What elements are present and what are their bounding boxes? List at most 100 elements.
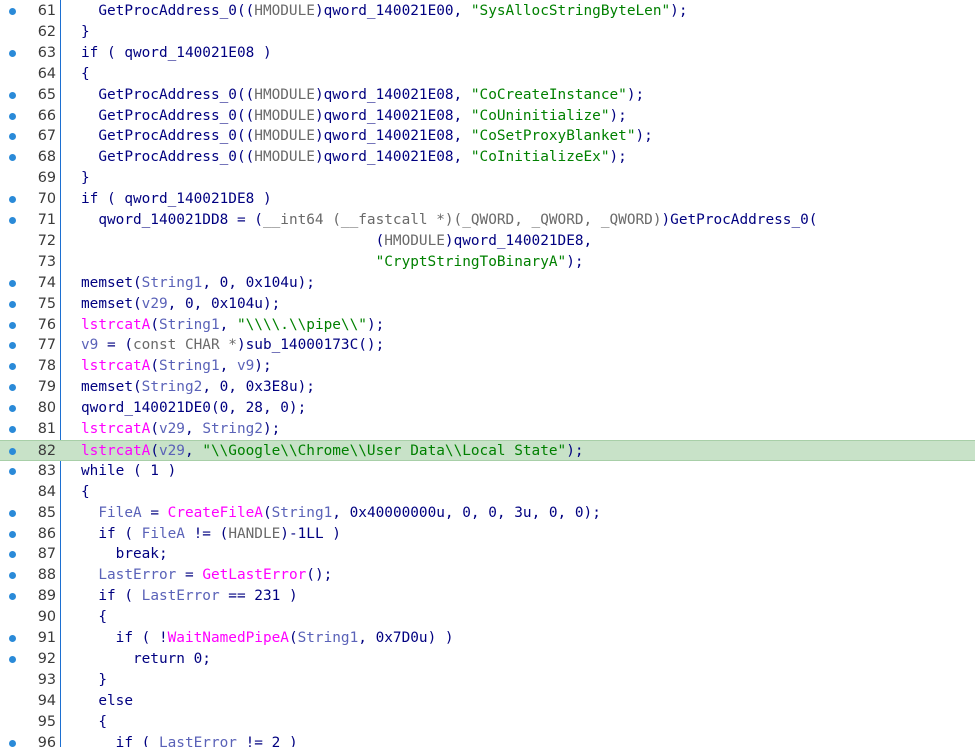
code-token: String1: [158, 358, 220, 375]
code-token: , 0x40000000u, 0, 0, 3u, 0, 0);: [332, 504, 601, 521]
line-number: 64: [37, 65, 56, 82]
code-token: HMODULE: [254, 128, 315, 145]
line-number: 61: [37, 3, 56, 19]
breakpoint-dot-icon[interactable]: [9, 530, 16, 538]
breakpoint-dot-icon[interactable]: [9, 279, 16, 287]
code-line[interactable]: 71 qword_140021DD8 = (__int64 (__fastcal…: [0, 210, 975, 231]
code-line[interactable]: 68 GetProcAddress_0((HMODULE)qword_14002…: [0, 147, 975, 168]
code-token: == 231 ): [219, 588, 298, 605]
breakpoint-dot-icon[interactable]: [9, 154, 16, 162]
code-line[interactable]: 82 lstrcatA(v29, "\\Google\\Chrome\\User …: [0, 439, 975, 461]
code-line[interactable]: 65 GetProcAddress_0((HMODULE)qword_14002…: [0, 85, 975, 106]
breakpoint-dot-icon[interactable]: [9, 112, 16, 120]
code-line[interactable]: 86 if ( FileA != (HANDLE)-1LL ): [0, 524, 975, 545]
code-token: (: [150, 442, 159, 459]
code-line[interactable]: 74 memset(String1, 0, 0x104u);: [0, 273, 975, 294]
code-token: LastError: [158, 734, 237, 747]
breakpoint-dot-icon[interactable]: [9, 384, 16, 392]
line-number: 66: [37, 107, 56, 124]
code-line[interactable]: 69}: [0, 168, 975, 189]
code-line[interactable]: 85 FileA = CreateFileA(String1, 0x400000…: [0, 503, 975, 524]
breakpoint-dot-icon[interactable]: [9, 8, 16, 15]
breakpoint-dot-icon[interactable]: [9, 467, 16, 475]
code-line[interactable]: 91 if ( !WaitNamedPipeA(String1, 0x7D0u)…: [0, 628, 975, 649]
code-token: v9: [81, 337, 99, 354]
code-line[interactable]: 73 "CryptStringToBinaryA");: [0, 252, 975, 273]
code-line[interactable]: 95 {: [0, 712, 975, 733]
code-token: FileA: [141, 525, 185, 542]
code-line[interactable]: 88 LastError = GetLastError();: [0, 565, 975, 586]
breakpoint-dot-icon[interactable]: [9, 342, 16, 350]
code-line[interactable]: 79 memset(String2, 0, 0x3E8u);: [0, 377, 975, 398]
breakpoint-dot-icon[interactable]: [9, 405, 16, 413]
line-number: 65: [37, 86, 56, 103]
code-token: if ( !: [115, 630, 168, 646]
breakpoint-dot-icon[interactable]: [9, 217, 16, 224]
code-text: return 0;: [81, 649, 211, 670]
code-token: return 0;: [132, 650, 211, 667]
code-text: if ( FileA != (HANDLE)-1LL ): [81, 524, 341, 545]
code-line[interactable]: 72 (HMODULE)qword_140021DE8,: [0, 231, 975, 252]
code-token: ();: [306, 567, 333, 584]
code-line[interactable]: 90 {: [0, 607, 975, 628]
breakpoint-dot-icon[interactable]: [9, 635, 16, 642]
code-token: GetProcAddress_0((: [98, 128, 255, 145]
breakpoint-dot-icon[interactable]: [9, 91, 16, 99]
code-line[interactable]: 87 break;: [0, 544, 975, 565]
breakpoint-dot-icon[interactable]: [9, 363, 16, 371]
code-token: lstrcatA: [81, 421, 151, 437]
code-line[interactable]: 96 if ( LastError != 2 ): [0, 733, 975, 747]
code-token: GetProcAddress_0((: [98, 86, 255, 103]
code-line[interactable]: 67 GetProcAddress_0((HMODULE)qword_14002…: [0, 126, 975, 147]
code-line[interactable]: 84 {: [0, 482, 975, 503]
code-token: )qword_140021E08,: [314, 107, 471, 124]
line-number: 63: [37, 44, 56, 61]
code-text: if ( qword_140021E08 ): [81, 43, 272, 64]
code-line[interactable]: 92 return 0;: [0, 649, 975, 670]
code-line[interactable]: 80 qword_140021DE0(0, 28, 0);: [0, 398, 975, 419]
code-line[interactable]: 78 lstrcatA(String1, v9);: [0, 356, 975, 377]
code-token: }: [81, 170, 90, 187]
breakpoint-dot-icon[interactable]: [9, 133, 16, 141]
breakpoint-dot-icon[interactable]: [9, 655, 16, 663]
breakpoint-dot-icon[interactable]: [9, 300, 16, 308]
breakpoint-dot-icon[interactable]: [9, 49, 16, 57]
code-token: );: [566, 253, 584, 270]
breakpoint-dot-icon[interactable]: [9, 426, 16, 433]
breakpoint-dot-icon[interactable]: [9, 593, 16, 601]
code-line[interactable]: 93 }: [0, 670, 975, 691]
code-token: );: [609, 149, 627, 166]
breakpoint-dot-icon[interactable]: [9, 551, 16, 559]
code-line[interactable]: 81 lstrcatA(v29, String2);: [0, 419, 975, 440]
code-text: {: [81, 64, 90, 85]
code-line[interactable]: 70 if ( qword_140021DE8 ): [0, 189, 975, 210]
breakpoint-dot-icon[interactable]: [9, 196, 16, 204]
code-line[interactable]: 62}: [0, 22, 975, 43]
code-line[interactable]: 89 if ( LastError == 231 ): [0, 586, 975, 607]
line-number: 82: [37, 442, 56, 459]
code-line[interactable]: 76 lstrcatA(String1, "\\\\.\\pipe\\");: [0, 315, 975, 336]
code-line[interactable]: 63 if ( qword_140021E08 ): [0, 43, 975, 64]
line-number: 96: [37, 734, 56, 747]
breakpoint-dot-icon[interactable]: [9, 509, 16, 517]
breakpoint-dot-icon[interactable]: [9, 572, 16, 580]
code-line[interactable]: 94 else: [0, 691, 975, 712]
line-number: 78: [37, 358, 56, 375]
line-number: 70: [37, 191, 56, 208]
code-token: , 0x7D0u) ): [358, 630, 454, 646]
code-token: String1: [158, 316, 220, 333]
code-line[interactable]: 61 GetProcAddress_0((HMODULE)qword_14002…: [0, 1, 975, 22]
breakpoint-dot-icon[interactable]: [9, 739, 16, 747]
line-number: 83: [37, 462, 56, 479]
line-number: 90: [37, 609, 56, 626]
code-line[interactable]: 75 memset(v29, 0, 0x104u);: [0, 294, 975, 315]
code-line[interactable]: 66 GetProcAddress_0((HMODULE)qword_14002…: [0, 106, 975, 127]
code-token: if ( qword_140021DE8 ): [81, 191, 272, 208]
pseudocode-view[interactable]: 61 GetProcAddress_0((HMODULE)qword_14002…: [0, 0, 975, 747]
code-line[interactable]: 64 {: [0, 64, 975, 85]
breakpoint-dot-icon[interactable]: [9, 447, 16, 455]
code-line[interactable]: 83 while ( 1 ): [0, 461, 975, 482]
code-line[interactable]: 77 v9 = (const CHAR *)sub_14000173C();: [0, 335, 975, 356]
breakpoint-dot-icon[interactable]: [9, 321, 16, 329]
line-number: 69: [37, 170, 56, 187]
